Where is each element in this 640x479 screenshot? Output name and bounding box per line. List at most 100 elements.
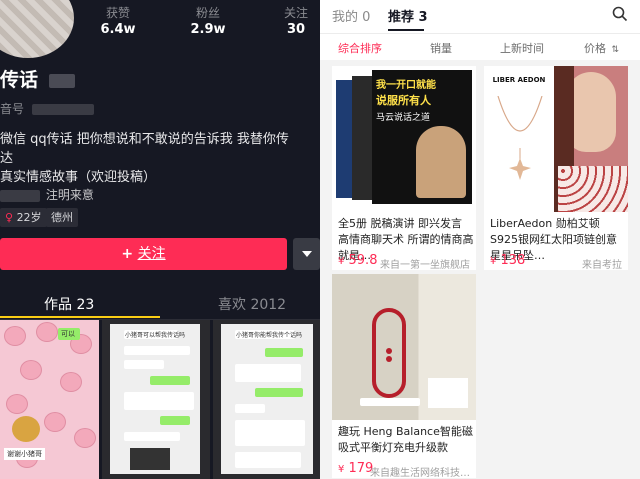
- chat-bubble: [255, 388, 303, 397]
- product-image: [332, 274, 476, 420]
- douyin-id: 音号: [0, 100, 94, 117]
- book-title-1: 我一开口就能: [376, 80, 436, 91]
- pixelated-id: [31, 104, 94, 115]
- tab-likes[interactable]: 喜欢 2012: [218, 294, 286, 314]
- chat-bubble: [235, 420, 305, 446]
- following-stat[interactable]: 关注 30: [266, 4, 320, 37]
- product-image: 我一开口就能 说服所有人 马云说话之道: [332, 66, 476, 212]
- currency-symbol: ¥: [338, 464, 345, 475]
- product-card[interactable]: 趣玩 Heng Balance智能磁吸式平衡灯充电升级款 ¥ 179 来自趣生活…: [332, 274, 476, 478]
- book-title-2: 说服所有人: [376, 94, 431, 107]
- sort-bar: 综合排序 销量 上新时间 价格 ⇅: [320, 36, 640, 60]
- pig-sticker: [4, 326, 26, 346]
- product-card[interactable]: LIBER AEDON LiberAedon 勋柏艾顿 S925银网红太阳项链创…: [484, 66, 628, 270]
- chat-bubble: [235, 404, 265, 413]
- follow-button[interactable]: + 关注: [0, 238, 287, 270]
- currency-symbol: ¥: [338, 256, 345, 267]
- brand-logo: LIBER AEDON: [492, 76, 546, 84]
- chat-screenshot: 小猪哥可以帮我传话吗: [110, 324, 200, 474]
- shop-tabs: 我的 0 推荐 3: [320, 0, 640, 34]
- tab-works[interactable]: 作品 23: [44, 294, 94, 314]
- price-value: 59.8: [348, 253, 378, 268]
- following-label: 关注: [283, 6, 308, 20]
- chat-bubble: [124, 346, 190, 355]
- likes-label: 获赞: [105, 6, 130, 20]
- active-tab-indicator: [0, 316, 160, 318]
- product-image: LIBER AEDON: [484, 66, 628, 212]
- lamp-base: [360, 398, 420, 406]
- likes-stat[interactable]: 获赞 6.4w: [88, 4, 148, 37]
- city-text: 德州: [51, 211, 73, 224]
- search-icon[interactable]: [612, 6, 628, 22]
- chevron-down-icon: [302, 251, 312, 257]
- likes-count: 6.4w: [100, 22, 136, 37]
- profile-bio: 微信 qq传话 把你想说和不敢说的告诉我 我替你传达 真实情感故事（欢迎投稿）: [0, 130, 290, 187]
- product-title: 趣玩 Heng Balance智能磁吸式平衡灯充电升级款: [338, 425, 473, 454]
- tab-recommended[interactable]: 推荐 3: [388, 6, 428, 25]
- douyin-id-label: 音号: [0, 102, 25, 116]
- notice-row: 注明来意: [0, 186, 94, 203]
- video-thumbnail[interactable]: 可以 谢谢小猪哥: [0, 320, 99, 479]
- book-cover: 我一开口就能 说服所有人 马云说话之道: [372, 70, 472, 204]
- product-price: ¥ 179: [338, 461, 373, 476]
- following-count: 30: [286, 22, 306, 37]
- chat-text: 小猪哥你能帮我传个话吗: [236, 332, 303, 339]
- product-card[interactable]: 我一开口就能 说服所有人 马云说话之道 全5册 脱稿演讲 即兴发言 高情商聊天术…: [332, 66, 476, 270]
- video-grid: 可以 谢谢小猪哥 小猪哥可以帮我传话吗 小猪哥你能帮我传个话吗: [0, 320, 320, 479]
- video-caption: 谢谢小猪哥: [4, 448, 45, 460]
- city-tag: 德州: [46, 208, 78, 227]
- sort-comprehensive[interactable]: 综合排序: [338, 40, 382, 56]
- model-photo: [554, 66, 628, 212]
- follow-label: 关注: [137, 246, 166, 262]
- pig-sticker: [6, 394, 28, 414]
- pixelated-contact: [0, 189, 40, 202]
- bio-line-2: 真实情感故事（欢迎投稿）: [0, 170, 157, 185]
- sort-price-label: 价格: [584, 42, 606, 55]
- product-price: ¥ 138: [490, 253, 525, 268]
- profile-name-text: 传话: [0, 69, 39, 91]
- chat-bubble: [160, 416, 190, 425]
- pig-sticker: [20, 360, 42, 380]
- chat-bubble: [235, 452, 301, 468]
- video-thumbnail[interactable]: 小猪哥你能帮我传个话吗: [213, 320, 320, 479]
- notice-text: 注明来意: [45, 188, 94, 202]
- pixelated-region: [130, 448, 170, 470]
- chat-text: 可以: [61, 330, 75, 338]
- sort-price[interactable]: 价格 ⇅: [584, 40, 619, 56]
- product-price: ¥ 59.8: [338, 253, 377, 268]
- sort-sales[interactable]: 销量: [430, 40, 452, 56]
- pixelated-name: [48, 73, 75, 88]
- profile-panel: 获赞 6.4w 粉丝 2.9w 关注 30 传话 音号 微信 qq传话 把你想说…: [0, 0, 320, 479]
- active-tab-indicator: [388, 29, 424, 31]
- product-grid: 我一开口就能 说服所有人 马云说话之道 全5册 脱稿演讲 即兴发言 高情商聊天术…: [320, 60, 640, 479]
- product-source: 来自趣生活网络科技…: [370, 468, 470, 478]
- necklace-image: [497, 96, 543, 180]
- followers-count: 2.9w: [190, 22, 226, 37]
- monkey-emoji-icon: [12, 416, 40, 442]
- pig-sticker: [60, 372, 82, 392]
- chat-bubble: [124, 432, 180, 441]
- age-text: 22岁: [16, 211, 42, 224]
- chat-screenshot: 小猪哥你能帮我传个话吗: [221, 324, 313, 474]
- sort-newest[interactable]: 上新时间: [500, 40, 544, 56]
- lamp-ball-bottom: [386, 356, 392, 362]
- video-thumbnail[interactable]: 小猪哥可以帮我传话吗: [102, 320, 210, 479]
- avatar[interactable]: [0, 0, 74, 58]
- chat-bubble: [150, 376, 190, 385]
- followers-stat[interactable]: 粉丝 2.9w: [178, 4, 238, 37]
- product-source: 来自考拉: [582, 260, 622, 270]
- book-prop: [428, 378, 468, 408]
- book-subtitle: 马云说话之道: [376, 113, 431, 123]
- sort-arrows-icon: ⇅: [611, 45, 620, 55]
- followers-label: 粉丝: [195, 6, 220, 20]
- more-dropdown-button[interactable]: [293, 238, 320, 270]
- pig-sticker: [44, 412, 66, 432]
- price-value: 138: [500, 253, 526, 268]
- pig-sticker: [36, 322, 58, 342]
- product-source: 来自一第一坐旗舰店: [380, 260, 470, 270]
- profile-name: 传话: [0, 65, 75, 92]
- plus-icon: +: [121, 246, 134, 262]
- tab-my-items[interactable]: 我的 0: [332, 6, 370, 25]
- portrait-image: [416, 126, 466, 198]
- chat-bubble: [124, 360, 164, 369]
